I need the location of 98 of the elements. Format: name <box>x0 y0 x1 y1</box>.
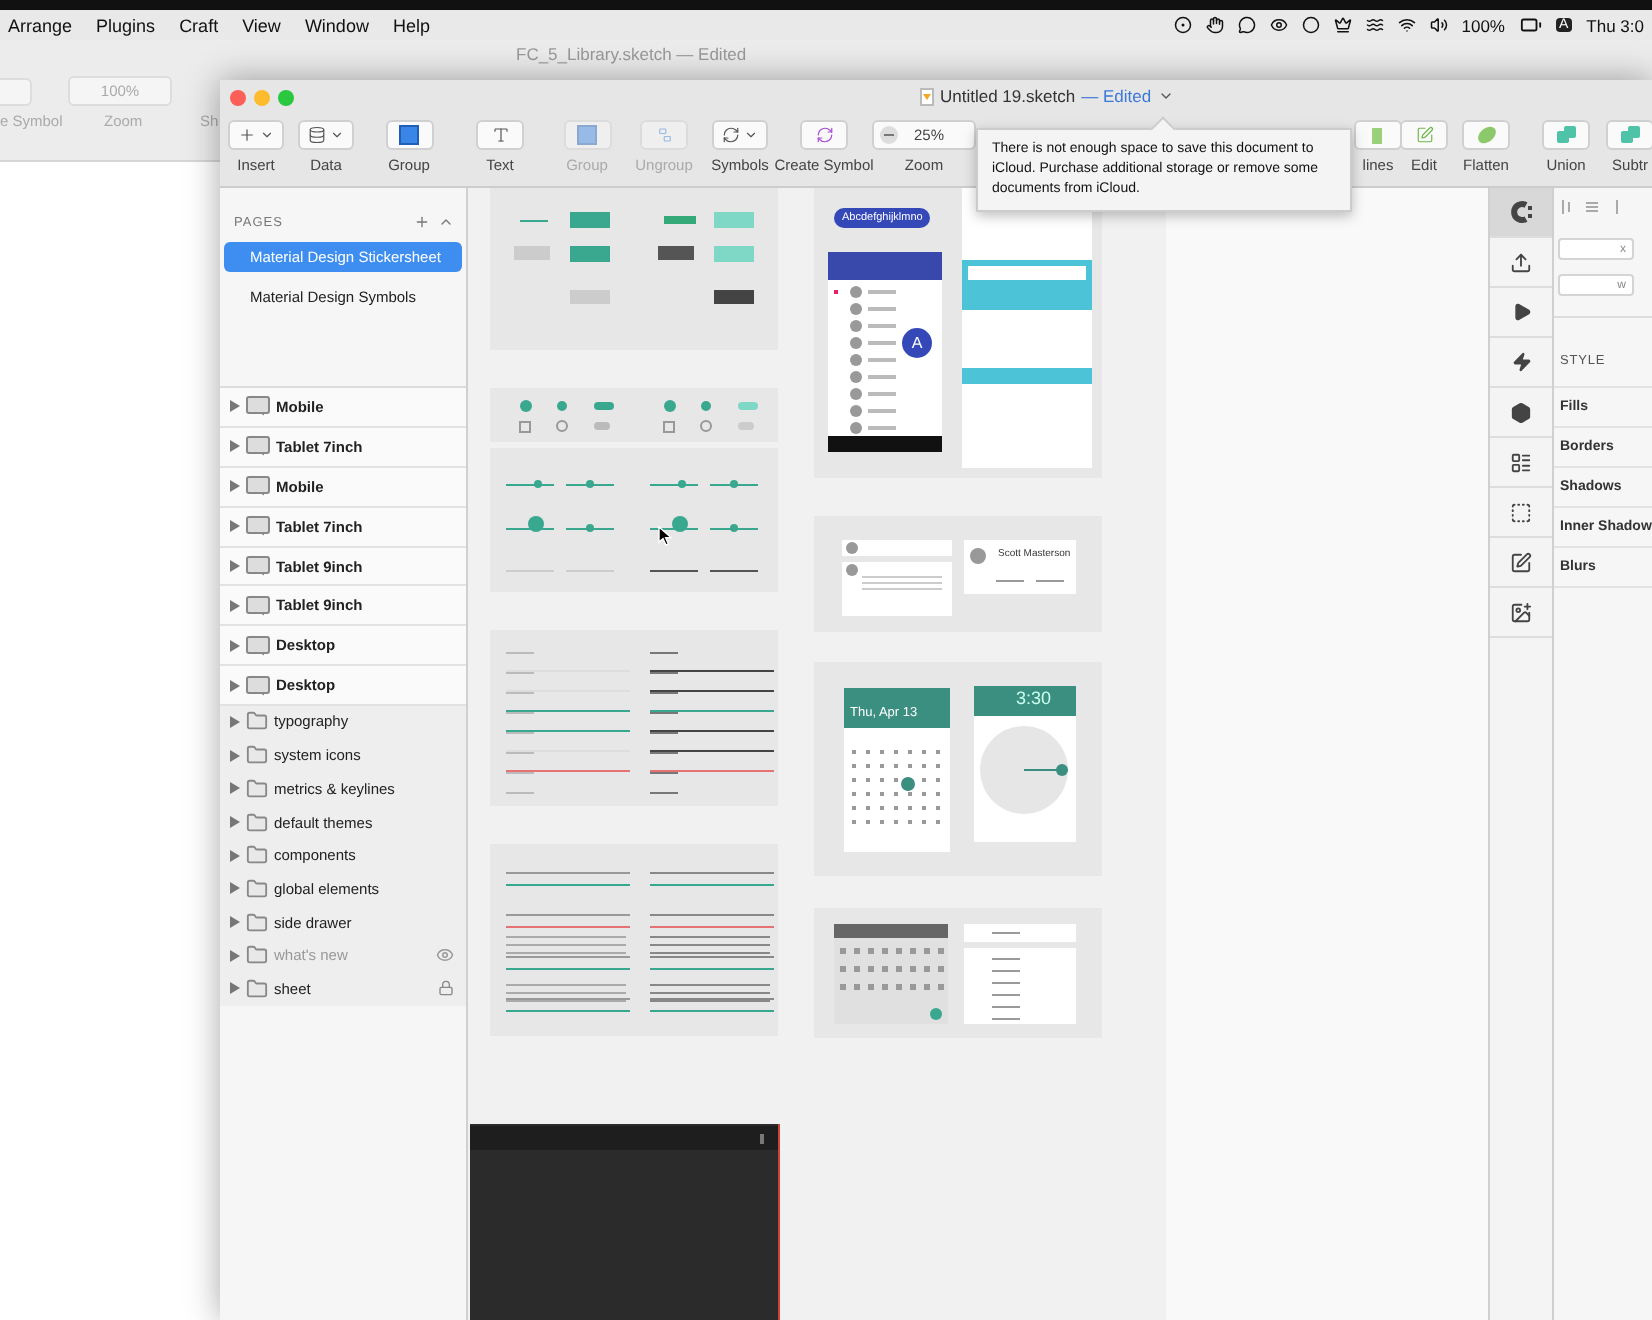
folder-icon <box>246 944 268 967</box>
disclosure-icon[interactable] <box>230 440 240 453</box>
folder-icon <box>246 777 268 800</box>
circle-icon[interactable] <box>1301 16 1320 34</box>
edited-status[interactable]: — Edited <box>1081 86 1152 106</box>
text-button[interactable] <box>476 120 524 150</box>
disclosure-icon[interactable] <box>230 715 240 728</box>
disclosure-icon[interactable] <box>230 782 240 795</box>
notification-drawing <box>842 540 952 616</box>
folder-icon <box>246 877 268 900</box>
window-title: Untitled 19.sketch <box>940 86 1076 106</box>
folder-icon <box>246 844 268 867</box>
artboard <box>634 388 778 442</box>
artboard-icon <box>246 516 270 537</box>
union-icon <box>1619 124 1641 146</box>
group-icon <box>398 124 420 146</box>
battery-percentage: 100% <box>1461 15 1505 35</box>
window-title: FC_5_Library.sketch — Edited <box>516 44 747 64</box>
artboard-icon <box>246 675 270 696</box>
database-icon <box>308 126 326 144</box>
menu-item[interactable]: Craft <box>179 15 219 35</box>
artboard <box>490 388 634 442</box>
clock[interactable]: Thu 3:0 <box>1586 15 1644 35</box>
crown-icon[interactable] <box>1333 16 1352 34</box>
disclosure-icon[interactable] <box>230 982 240 995</box>
disclosure-icon[interactable] <box>230 400 240 413</box>
folder-icon <box>246 710 268 733</box>
inspector-icon[interactable] <box>1490 188 1552 238</box>
zoom-out-icon[interactable] <box>880 126 898 144</box>
add-page-icon[interactable] <box>414 214 430 230</box>
waves-icon[interactable] <box>1365 16 1384 34</box>
lock-icon[interactable] <box>438 980 454 997</box>
menu-item[interactable]: Arrange <box>8 15 73 35</box>
artboard-icon <box>246 436 270 457</box>
artboard-icon <box>246 476 270 497</box>
disclosure-icon[interactable] <box>230 949 240 962</box>
caret-icon <box>330 128 344 142</box>
disclosure-icon[interactable] <box>230 916 240 929</box>
disclosure-icon[interactable] <box>230 599 240 612</box>
artboard <box>634 448 778 592</box>
battery-icon[interactable] <box>1519 14 1541 36</box>
artboard-icon <box>246 396 270 417</box>
disclosure-icon[interactable] <box>230 849 240 862</box>
wifi-icon[interactable] <box>1397 16 1416 34</box>
disclosure-icon[interactable] <box>230 679 240 692</box>
disclosure-icon[interactable] <box>230 480 240 493</box>
collapse-icon[interactable] <box>438 214 454 230</box>
edit-icon <box>1415 126 1433 144</box>
keyboard-drawing <box>834 924 948 1024</box>
folder-icon <box>246 911 268 934</box>
menu-item[interactable]: Help <box>392 15 430 35</box>
menu-item[interactable]: Window <box>304 15 369 35</box>
insert-button[interactable] <box>228 120 284 150</box>
folder-icon <box>246 811 268 834</box>
menu-item[interactable]: View <box>242 15 281 35</box>
caret-icon <box>744 128 758 142</box>
hand-icon[interactable] <box>1205 16 1224 34</box>
list-drawing <box>964 924 1076 1024</box>
group-button[interactable] <box>385 120 433 150</box>
disclosure-icon[interactable] <box>230 816 240 829</box>
group-icon <box>576 124 598 146</box>
eye-icon[interactable] <box>1269 16 1288 34</box>
hidden-icon[interactable] <box>436 946 454 965</box>
symbol-icon <box>815 126 833 144</box>
selected-time: 3:30 <box>1016 688 1052 708</box>
union-icon <box>1555 124 1577 146</box>
caret-icon <box>260 128 274 142</box>
flatten-icon <box>1475 124 1497 146</box>
artboard-icon <box>246 556 270 576</box>
cursor-icon <box>658 526 672 546</box>
chat-icon[interactable] <box>1237 16 1256 34</box>
document-icon <box>920 87 934 105</box>
ungroup-icon <box>655 126 673 144</box>
artboard-icon <box>246 595 270 616</box>
close-button[interactable] <box>230 89 246 105</box>
disclosure-icon[interactable] <box>230 639 240 652</box>
menu-item[interactable]: Plugins <box>96 15 156 35</box>
folder-icon <box>246 744 268 767</box>
record-icon[interactable] <box>1173 16 1192 34</box>
disclosure-icon[interactable] <box>230 520 240 533</box>
artboard-icon <box>246 635 270 656</box>
symbols-button[interactable] <box>712 120 768 150</box>
artboard <box>490 448 634 592</box>
create-symbol-button[interactable] <box>800 120 848 150</box>
text-icon <box>491 126 509 144</box>
folder-icon <box>246 977 268 1000</box>
disclosure-icon[interactable] <box>230 882 240 895</box>
button-samples-drawing <box>514 212 610 304</box>
plus-icon <box>238 126 256 144</box>
caret-icon[interactable] <box>1157 88 1174 104</box>
contact-card-drawing <box>964 540 1076 594</box>
volume-icon[interactable] <box>1429 16 1448 34</box>
disclosure-icon[interactable] <box>230 560 240 572</box>
symbol-icon <box>722 126 740 144</box>
data-button[interactable] <box>298 120 354 150</box>
button-samples-drawing <box>658 212 754 304</box>
disclosure-icon[interactable] <box>230 749 240 762</box>
outline-icon <box>1372 125 1384 145</box>
